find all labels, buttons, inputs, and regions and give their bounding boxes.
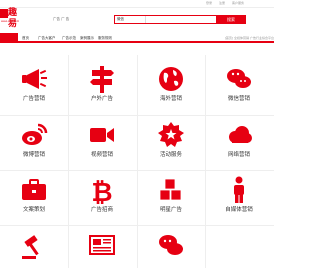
- cloud-icon: [224, 120, 254, 150]
- service-tile-video[interactable]: 视频营销: [68, 118, 136, 168]
- service-tile-celebrity[interactable]: 明星广告: [137, 173, 205, 223]
- nav-item-rules[interactable]: 服务规则: [98, 34, 112, 42]
- signpost-icon: [87, 64, 117, 94]
- nav-item-demo[interactable]: 广告示范: [62, 34, 76, 42]
- person-icon: [224, 175, 254, 205]
- service-tile-print[interactable]: [68, 228, 136, 268]
- search-bar: 微信 搜索: [114, 15, 246, 24]
- service-label: 广告营销: [22, 96, 45, 102]
- site-logo[interactable]: 趣易 www.quyi.com: [0, 8, 24, 29]
- slogan: 广告 广 告: [53, 17, 70, 21]
- service-tile-weibo[interactable]: 微博营销: [0, 118, 68, 168]
- service-label: 海外营销: [159, 96, 182, 102]
- gavel-icon: [19, 230, 49, 260]
- search-type-select[interactable]: 微信: [115, 16, 145, 23]
- main-nav: 首页 广告大客户 广告示范 案例展示 服务规则 [首页] 全媒体营销 广告行业综…: [0, 33, 274, 43]
- service-label: 微博营销: [22, 152, 45, 158]
- service-label: 网络营销: [227, 152, 250, 158]
- service-tile-wechat[interactable]: 微信营销: [205, 62, 273, 112]
- briefcase-icon: [19, 175, 49, 205]
- service-tile-overseas[interactable]: 海外营销: [137, 62, 205, 112]
- grid-divider: [0, 225, 274, 226]
- grid-divider: [0, 115, 274, 116]
- wechat-icon: [224, 64, 254, 94]
- customer-service-link[interactable]: 客户服务: [232, 1, 244, 5]
- service-tile-self-media[interactable]: 自媒体营销: [205, 173, 273, 223]
- service-tile-chat[interactable]: [137, 228, 205, 268]
- service-label: 文案策划: [22, 207, 45, 213]
- service-label: 广告招商: [90, 207, 113, 213]
- service-tile-events[interactable]: 活动服务: [137, 118, 205, 168]
- register-link[interactable]: 注册: [219, 1, 225, 5]
- weibo-icon: [19, 120, 49, 150]
- nav-item-major-clients[interactable]: 广告大客户: [38, 34, 56, 42]
- nav-item-cases[interactable]: 案例展示: [80, 34, 94, 42]
- service-label: 微信营销: [227, 96, 250, 102]
- top-bar: 登录 注册 客户服务: [0, 0, 274, 8]
- boxes-icon: [156, 175, 186, 205]
- logo-mark-icon: [0, 9, 8, 18]
- top-links: 登录 注册 客户服务: [200, 1, 244, 5]
- globe-icon: [156, 64, 186, 94]
- svg-text:₿: ₿: [91, 178, 112, 205]
- service-label: 户外广告: [90, 96, 113, 102]
- search-input[interactable]: [145, 16, 217, 23]
- service-label: 活动服务: [159, 152, 182, 158]
- logo-text: 趣易: [8, 8, 18, 29]
- bitcoin-icon: ₿: [87, 175, 117, 208]
- grid-divider: [0, 170, 274, 171]
- nav-right-text: [首页] 全媒体营销 广告行业综合平台: [224, 36, 274, 40]
- login-link[interactable]: 登录: [206, 1, 212, 5]
- megaphone-icon: [19, 64, 49, 94]
- category-menu-button[interactable]: [0, 33, 18, 43]
- service-tile-outdoor-ads[interactable]: 户外广告: [68, 62, 136, 112]
- nav-item-home[interactable]: 首页: [22, 34, 29, 42]
- video-camera-icon: [87, 120, 117, 150]
- service-tile-auction[interactable]: [0, 228, 68, 268]
- service-tile-ad-marketing[interactable]: 广告营销: [0, 62, 68, 112]
- badge-star-icon: [156, 120, 186, 150]
- service-label: 明星广告: [159, 207, 182, 213]
- service-label: 自媒体营销: [225, 207, 253, 213]
- service-tile-investment[interactable]: ₿ 广告招商: [68, 173, 136, 223]
- chat-bubbles-icon: [156, 230, 186, 260]
- service-tile-online[interactable]: 网络营销: [205, 118, 273, 168]
- service-label: 视频营销: [90, 152, 113, 158]
- newspaper-icon: [87, 230, 117, 260]
- service-tile-copywriting[interactable]: 文案策划: [0, 173, 68, 223]
- search-button[interactable]: 搜索: [216, 15, 246, 24]
- logo-subtext: www.quyi.com: [1, 20, 20, 23]
